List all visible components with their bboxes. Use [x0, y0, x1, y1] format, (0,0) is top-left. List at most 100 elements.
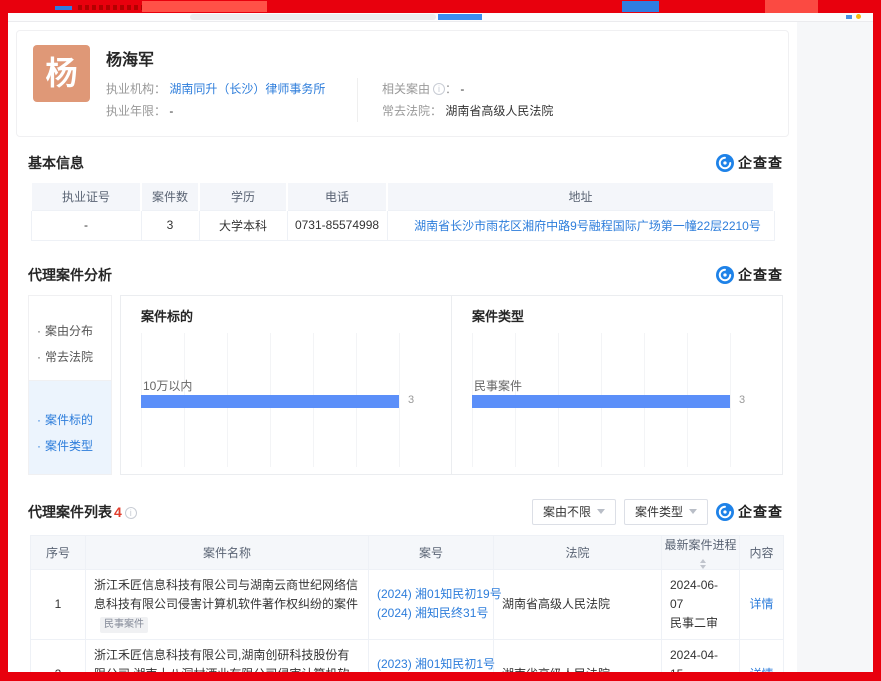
years-label: 执业年限： [106, 104, 166, 118]
redaction-block-blue [622, 1, 659, 12]
license-no-value: - [31, 210, 141, 240]
basic-info-table: 执业证号 案件数 学历 电话 地址 - 3 大学本科 0731-85574998… [30, 181, 775, 241]
court-name: 湖南省高级人民法院 [494, 569, 662, 639]
chevron-down-icon [689, 509, 697, 514]
section-title-basic-info: 基本信息 [28, 153, 84, 173]
filter-case-type-dropdown[interactable]: 案件类型 [624, 499, 708, 525]
cause-colon: ： [445, 82, 457, 96]
table-row: 2 浙江禾匠信息科技有限公司,湖南创研科技股份有限公司,湖南十八洞村酒业有限公司… [31, 639, 784, 672]
case-number-link[interactable]: (2024) 湘01知民初19号 [377, 585, 485, 604]
row-index: 2 [31, 639, 86, 672]
extension-icon-2 [856, 14, 861, 19]
chart-case-type: 案件类型 民事案件 3 [451, 296, 782, 474]
profile-card: 杨 杨海军 执业机构： 湖南同升（长沙）律师事务所 执业年限： - 相关案由 ： [16, 30, 789, 137]
bar-category-label: 10万以内 [143, 377, 192, 394]
filter-cause-dropdown[interactable]: 案由不限 [532, 499, 616, 525]
qichacha-watermark: 企查查 [716, 153, 783, 173]
redacted-tab-text [78, 5, 142, 10]
redaction-frame-top [0, 0, 881, 13]
case-list-table: 序号 案件名称 案号 法院 最新案件进程 内容 1 浙江禾匠信息科技有限公司与湖… [30, 535, 784, 673]
address-bar-remnant [190, 14, 436, 20]
nav-item-frequent-courts[interactable]: 常去法院 [37, 344, 111, 370]
frequent-court-label: 常去法院： [382, 104, 442, 118]
browser-toolbar-strip [8, 13, 873, 22]
col-court: 法院 [494, 535, 662, 569]
address-link[interactable]: 湖南省长沙市雨花区湘府中路9号融程国际广场第一幢22层2210号 [414, 219, 761, 233]
section-title-analysis: 代理案件分析 [28, 265, 112, 285]
progress-date: 2024-06-07 [670, 576, 731, 614]
qichacha-logo-icon [716, 266, 734, 284]
case-count-badge: 4 [114, 504, 122, 520]
case-list-header-row: 序号 案件名称 案号 法院 最新案件进程 内容 [31, 535, 784, 569]
analysis-nav: 案由分布 常去法院 案件标的 案件类型 [28, 295, 112, 475]
redaction-block-left [142, 1, 267, 12]
qichacha-logo-text: 企查查 [738, 502, 783, 522]
redaction-block-right [765, 0, 818, 13]
avatar: 杨 [33, 45, 90, 102]
section-title-case-list: 代理案件列表 [28, 504, 112, 520]
chevron-down-icon [597, 509, 605, 514]
nav-item-cause-distribution[interactable]: 案由分布 [37, 318, 111, 344]
law-firm-link[interactable]: 湖南同升（长沙）律师事务所 [169, 82, 325, 96]
nav-item-case-type[interactable]: 案件类型 [37, 433, 111, 459]
redaction-frame-left [0, 0, 8, 681]
col-latest-progress[interactable]: 最新案件进程 [662, 535, 740, 569]
basic-info-value-row: - 3 大学本科 0731-85574998 湖南省长沙市雨花区湘府中路9号融程… [31, 210, 774, 240]
sort-icon[interactable] [700, 559, 706, 569]
bar-chart-plot: 10万以内 3 [141, 333, 400, 467]
years-value: - [169, 104, 173, 118]
bar-chart-plot: 民事案件 3 [472, 333, 731, 467]
case-type-tag: 民事案件 [100, 617, 148, 633]
case-number-link[interactable]: (2024) 湘知民终31号 [377, 604, 485, 623]
analysis-panel: 案由分布 常去法院 案件标的 案件类型 案件标的 10万以内 3 案件类型 民事 [28, 295, 783, 475]
bar [472, 395, 730, 408]
case-name: 浙江禾匠信息科技有限公司与湖南云商世纪网络信息科技有限公司侵害计算机软件著作权纠… [94, 578, 358, 611]
case-name: 浙江禾匠信息科技有限公司,湖南创研科技股份有限公司,湖南十八洞村酒业有限公司侵害… [94, 648, 349, 673]
court-name: 湖南省高级人民法院 [494, 639, 662, 672]
extension-icon [846, 15, 852, 19]
progress-date: 2024-04-15 [670, 646, 731, 673]
org-label: 执业机构： [106, 82, 166, 96]
cause-value: - [460, 82, 464, 96]
qichacha-logo-icon [716, 503, 734, 521]
chart-title: 案件类型 [472, 306, 782, 325]
phone-value: 0731-85574998 [287, 210, 387, 240]
row-index: 1 [31, 569, 86, 639]
col-phone: 电话 [287, 182, 387, 210]
table-row: 1 浙江禾匠信息科技有限公司与湖南云商世纪网络信息科技有限公司侵害计算机软件著作… [31, 569, 784, 639]
col-case-number: 案号 [369, 535, 494, 569]
col-license-no: 执业证号 [31, 182, 141, 210]
redaction-frame-right [873, 0, 881, 681]
chart-title: 案件标的 [141, 306, 451, 325]
bar-category-label: 民事案件 [474, 377, 522, 394]
col-education: 学历 [199, 182, 287, 210]
education-value: 大学本科 [199, 210, 287, 240]
case-count-value: 3 [141, 210, 199, 240]
qichacha-logo-text: 企查查 [738, 265, 783, 285]
info-icon[interactable] [125, 507, 137, 519]
case-number-link[interactable]: (2023) 湘01知民初1号 [377, 655, 485, 672]
col-index: 序号 [31, 535, 86, 569]
lawyer-profile-page: 杨 杨海军 执业机构： 湖南同升（长沙）律师事务所 执业年限： - 相关案由 ： [8, 22, 797, 672]
col-case-count: 案件数 [141, 182, 199, 210]
info-icon[interactable] [433, 83, 445, 95]
qichacha-watermark: 企查查 [716, 502, 783, 522]
bar-value: 3 [739, 394, 745, 406]
progress-stage: 民事二审 [670, 614, 731, 633]
redaction-frame-bottom [0, 672, 881, 681]
bar [141, 395, 399, 408]
qichacha-logo-text: 企查查 [738, 153, 783, 173]
toolbar-blue-chip [438, 14, 482, 20]
filter-case-type-label: 案件类型 [635, 503, 683, 520]
nav-item-case-amount[interactable]: 案件标的 [37, 407, 111, 433]
basic-info-header-row: 执业证号 案件数 学历 电话 地址 [31, 182, 774, 210]
page-title: 杨海军 [106, 46, 772, 70]
cause-label: 相关案由 [382, 82, 430, 96]
qichacha-watermark: 企查查 [716, 265, 783, 285]
detail-link[interactable]: 详情 [749, 597, 773, 611]
latest-progress-label: 最新案件进程 [664, 538, 736, 552]
col-address: 地址 [387, 182, 774, 210]
browser-tab-marker [55, 6, 72, 10]
col-content: 内容 [740, 535, 784, 569]
col-case-name: 案件名称 [86, 535, 369, 569]
